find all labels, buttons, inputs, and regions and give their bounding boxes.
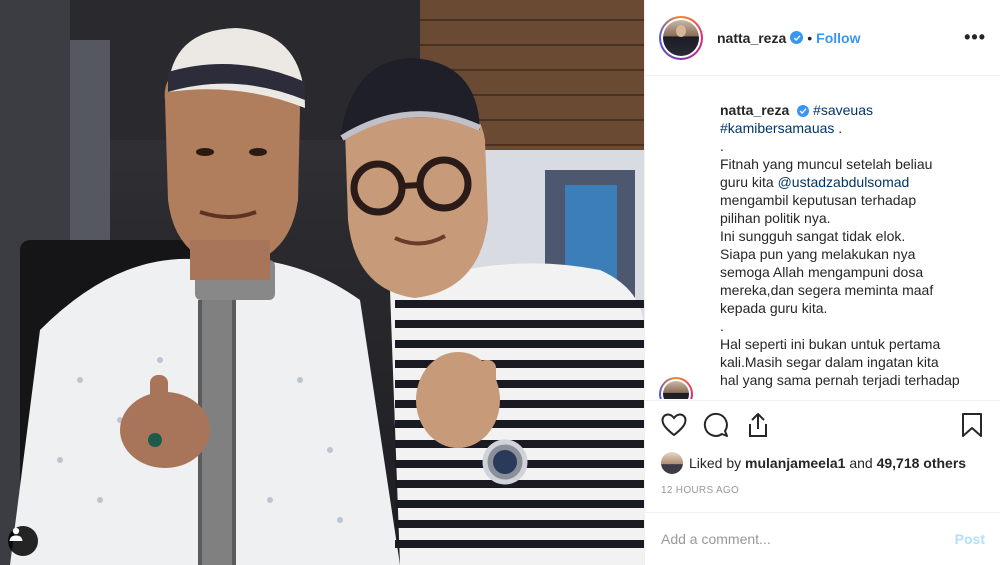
separator-dot: • <box>807 29 813 46</box>
author-avatar[interactable] <box>659 15 703 60</box>
likes-summary[interactable]: Liked by mulanjameela1 and 49,718 others <box>661 452 966 474</box>
caption-text: guru kita <box>720 174 778 190</box>
caption-line: Hal seperti ini bukan untuk pertama <box>720 336 941 352</box>
commenter-avatar[interactable] <box>659 377 693 399</box>
caption-line: . <box>720 138 724 154</box>
verified-badge-icon <box>790 31 804 44</box>
bookmark-icon[interactable] <box>959 412 985 438</box>
post-side-panel: natta_reza • Follow ••• natta_reza #save… <box>644 0 1000 565</box>
likes-prefix: Liked by <box>689 455 742 471</box>
likes-and: and <box>849 455 873 471</box>
caption-line: kepada guru kita. <box>720 300 828 316</box>
caption-line: hal yang sama pernah terjadi terhadap <box>720 372 960 388</box>
hashtag-link[interactable]: #kamibersamauas . <box>720 119 985 137</box>
share-icon[interactable] <box>745 412 771 438</box>
caption-line: guru kita @ustadzabdulsomad <box>720 173 985 191</box>
caption-author[interactable]: natta_reza <box>720 102 789 118</box>
add-comment-bar: Post <box>645 512 1000 565</box>
caption-line: mengambil keputusan terhadap <box>720 192 917 208</box>
post-timestamp[interactable]: 12 HOURS AGO <box>661 485 739 496</box>
liker-username[interactable]: mulanjameela1 <box>745 455 845 471</box>
caption-line: Ini sungguh sangat tidak elok. <box>720 228 906 244</box>
caption-line: Siapa pun yang melakukan nya <box>720 246 916 262</box>
post-header: natta_reza • Follow ••• <box>645 0 1000 76</box>
user-icon <box>9 527 23 541</box>
post-comment-button[interactable]: Post <box>955 531 985 547</box>
verified-badge-icon <box>797 105 810 117</box>
mention-link[interactable]: @ustadzabdulsomad <box>778 174 910 190</box>
liker-avatar[interactable] <box>661 452 683 474</box>
heart-icon[interactable] <box>661 412 687 438</box>
caption-line: . <box>720 318 724 334</box>
caption-line: pilihan politik nya. <box>720 210 831 226</box>
comments-area[interactable]: natta_reza #saveuas #kamibersamauas . . … <box>645 77 1000 399</box>
follow-button[interactable]: Follow <box>816 30 860 46</box>
caption-line: Fitnah yang muncul setelah beliau <box>720 156 933 172</box>
more-options-icon[interactable]: ••• <box>964 27 986 48</box>
likes-count[interactable]: 49,718 others <box>877 455 967 471</box>
author-username[interactable]: natta_reza <box>717 30 786 46</box>
comment-input[interactable] <box>661 531 955 547</box>
caption-line: kali.Masih segar dalam ingatan kita <box>720 354 939 370</box>
caption-line: semoga Allah mengampuni dosa <box>720 264 924 280</box>
post-photo[interactable] <box>0 0 644 565</box>
action-bar <box>645 400 1000 448</box>
photo-illustration <box>0 0 644 565</box>
caption-line: mereka,dan segera meminta maaf <box>720 282 934 298</box>
hashtag-link[interactable]: #saveuas <box>813 102 873 118</box>
comment-icon[interactable] <box>703 412 729 438</box>
caption-line: natta_reza #saveuas <box>720 101 985 119</box>
tagged-users-button[interactable] <box>8 526 38 556</box>
